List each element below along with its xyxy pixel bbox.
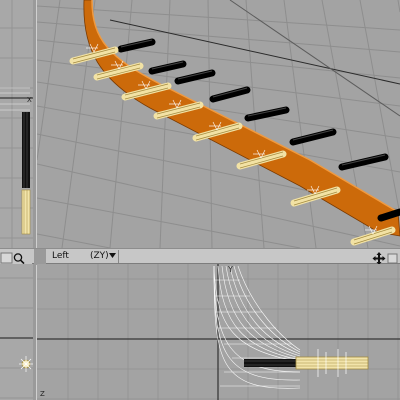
viewport-header-separator <box>34 249 46 265</box>
maximize-viewport-button[interactable] <box>386 250 400 264</box>
wireframe-mesh[interactable] <box>213 265 301 389</box>
viewport-header-bar: Left (ZY) <box>0 248 400 265</box>
four-way-arrows-icon[interactable] <box>372 250 386 265</box>
axis-y-label: Y <box>227 265 233 274</box>
viewport-bottomleft[interactable] <box>0 264 33 400</box>
perspective-canvas <box>37 0 400 248</box>
triangle-down-icon[interactable] <box>109 251 117 264</box>
left-view-canvas: Y <box>37 264 400 400</box>
dark-rod-side[interactable] <box>244 359 296 367</box>
header-divider <box>118 250 119 263</box>
viewport-left-zy[interactable]: Y <box>37 264 400 400</box>
viewport-perspective[interactable] <box>37 0 400 248</box>
axis-z-marker: Z <box>40 390 45 398</box>
magnifier-icon[interactable] <box>12 250 26 265</box>
viewport-topleft[interactable] <box>0 0 33 248</box>
viewport-bottomleft-canvas <box>0 277 33 399</box>
viewport-header-left <box>0 249 32 265</box>
axis-x-marker: X <box>27 96 32 104</box>
rail-shape[interactable] <box>83 0 400 237</box>
view-mode-label[interactable]: Left <box>52 250 69 263</box>
axis-label[interactable]: (ZY) <box>90 250 109 263</box>
viewport-topleft-canvas <box>0 0 33 248</box>
